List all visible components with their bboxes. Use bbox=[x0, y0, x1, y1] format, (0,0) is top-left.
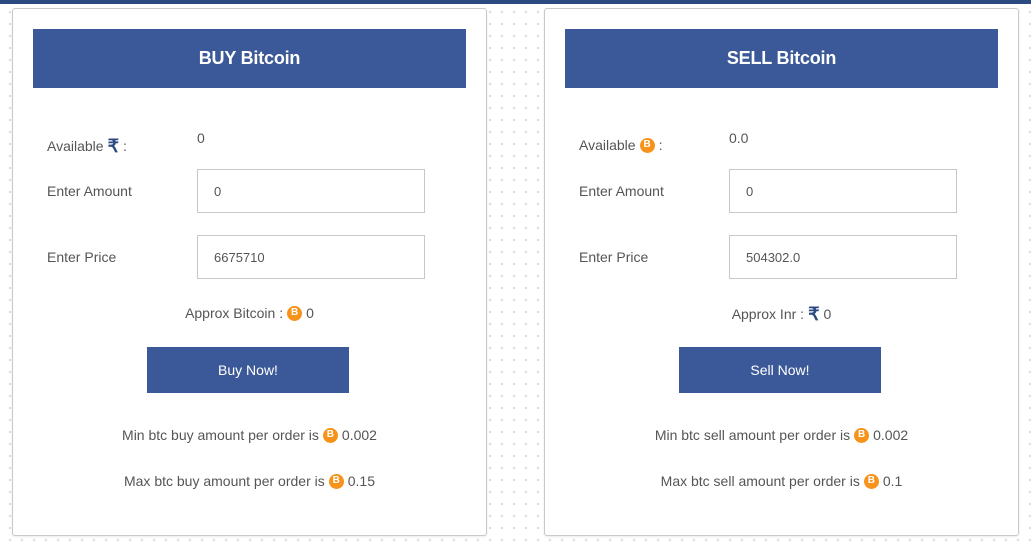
bitcoin-icon: B bbox=[639, 137, 655, 153]
sell-available-separator: : bbox=[658, 137, 663, 153]
bitcoin-icon: B bbox=[287, 305, 303, 321]
bitcoin-icon: B bbox=[854, 427, 870, 443]
sell-panel-title: SELL Bitcoin bbox=[565, 29, 998, 88]
buy-max-note: Max btc buy amount per order is B 0.15 bbox=[13, 473, 486, 489]
buy-now-button[interactable]: Buy Now! bbox=[147, 347, 349, 393]
buy-min-note: Min btc buy amount per order is B 0.002 bbox=[13, 427, 486, 443]
buy-amount-label: Enter Amount bbox=[47, 183, 132, 199]
sell-price-input[interactable] bbox=[729, 235, 957, 279]
buy-available-label: Available bbox=[47, 138, 104, 154]
sell-max-text: Max btc sell amount per order is bbox=[660, 473, 860, 489]
sell-amount-input[interactable] bbox=[729, 169, 957, 213]
sell-bitcoin-panel: SELL Bitcoin Available B : 0.0 Enter Amo… bbox=[544, 8, 1019, 536]
buy-available-separator: : bbox=[123, 138, 127, 154]
buy-approx-row: Approx Bitcoin : B 0 bbox=[13, 305, 486, 321]
bitcoin-icon: B bbox=[322, 427, 338, 443]
sell-price-label: Enter Price bbox=[579, 249, 649, 265]
buy-min-value: 0.002 bbox=[341, 427, 377, 443]
bitcoin-icon: B bbox=[863, 473, 879, 489]
buy-max-text: Max btc buy amount per order is bbox=[123, 473, 325, 489]
sell-available-label: Available bbox=[579, 137, 636, 153]
sell-amount-label: Enter Amount bbox=[579, 183, 664, 199]
buy-approx-label: Approx Bitcoin : bbox=[185, 305, 284, 321]
buy-bitcoin-panel: BUY Bitcoin Available ₹ : 0 Enter Amount… bbox=[12, 8, 487, 536]
sell-min-text: Min btc sell amount per order is bbox=[654, 427, 851, 443]
sell-available-value: 0.0 bbox=[729, 130, 749, 146]
rupee-icon: ₹ bbox=[107, 136, 120, 156]
sell-min-note: Min btc sell amount per order is B 0.002 bbox=[545, 427, 1018, 443]
buy-max-value: 0.15 bbox=[347, 473, 375, 489]
buy-panel-title: BUY Bitcoin bbox=[33, 29, 466, 88]
buy-amount-input[interactable] bbox=[197, 169, 425, 213]
buy-min-text: Min btc buy amount per order is bbox=[122, 427, 319, 443]
bitcoin-icon: B bbox=[328, 473, 344, 489]
top-accent-bar bbox=[0, 0, 1031, 4]
buy-available-value: 0 bbox=[197, 130, 205, 146]
rupee-icon: ₹ bbox=[808, 304, 820, 324]
sell-approx-label: Approx Inr : bbox=[731, 306, 805, 322]
sell-approx-value: 0 bbox=[823, 306, 832, 322]
buy-available-label-row: Available ₹ : bbox=[47, 137, 127, 155]
sell-approx-row: Approx Inr : ₹ 0 bbox=[545, 305, 1018, 323]
sell-max-note: Max btc sell amount per order is B 0.1 bbox=[545, 473, 1018, 489]
buy-approx-value: 0 bbox=[306, 305, 314, 321]
sell-max-value: 0.1 bbox=[882, 473, 903, 489]
buy-price-label: Enter Price bbox=[47, 249, 117, 265]
buy-price-input[interactable] bbox=[197, 235, 425, 279]
sell-min-value: 0.002 bbox=[873, 427, 909, 443]
sell-available-label-row: Available B : bbox=[579, 137, 662, 153]
sell-now-button[interactable]: Sell Now! bbox=[679, 347, 881, 393]
